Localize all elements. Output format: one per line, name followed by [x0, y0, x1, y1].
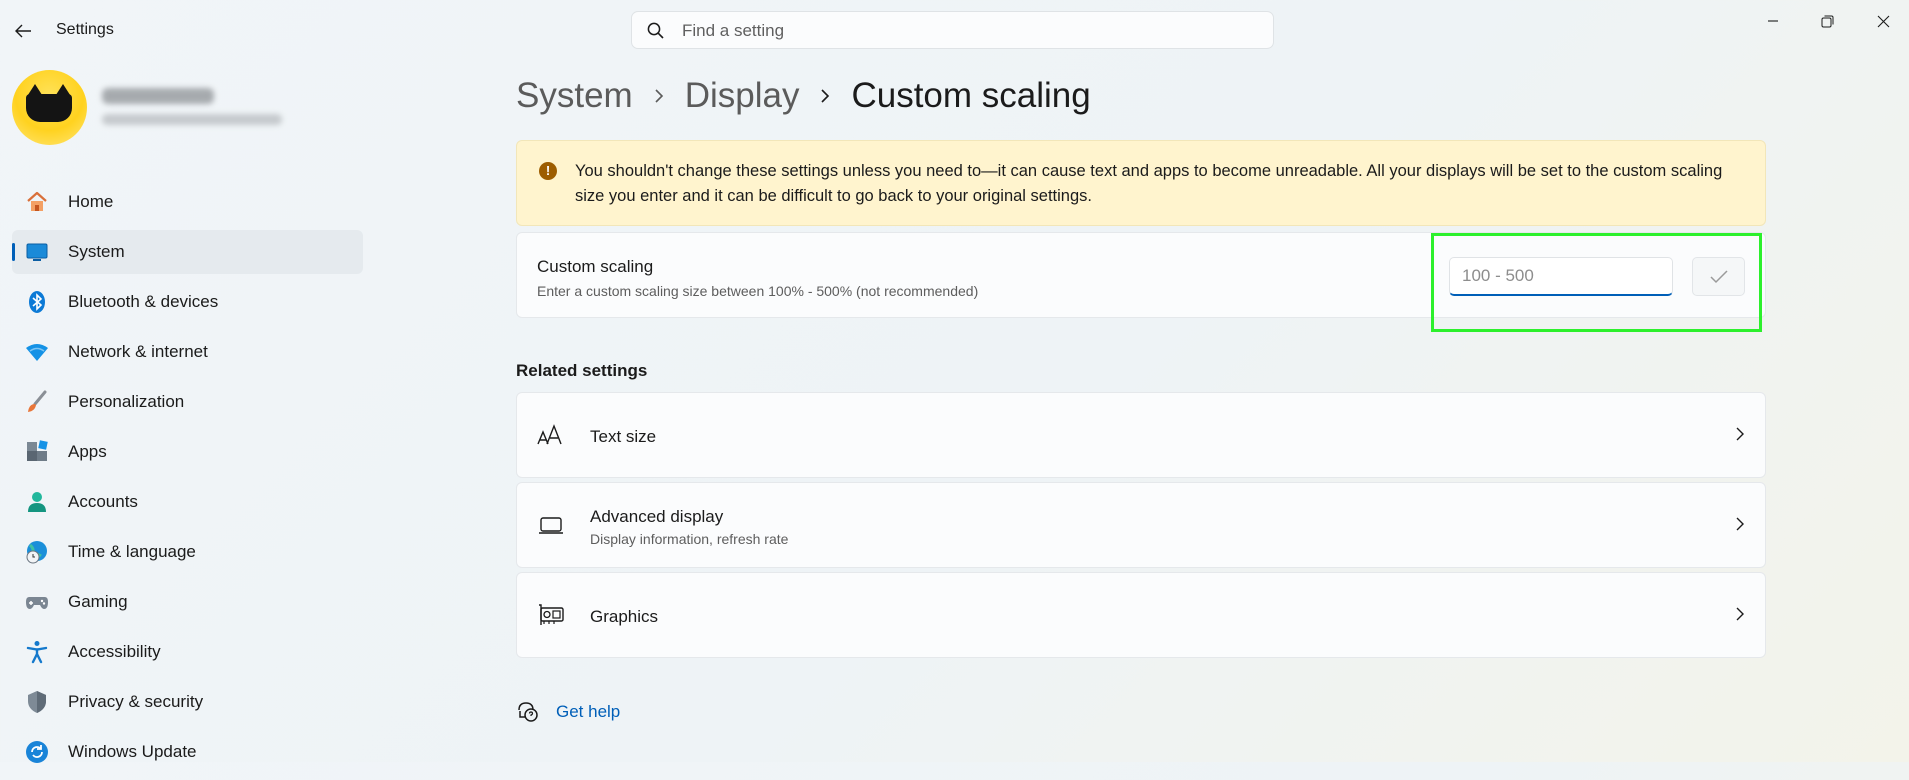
avatar	[12, 70, 87, 145]
minimize-icon	[1768, 20, 1778, 22]
related-settings-heading: Related settings	[516, 361, 648, 380]
related-item-description: Display information, refresh rate	[590, 531, 789, 547]
system-icon	[25, 240, 49, 264]
sidebar-item-label: Gaming	[68, 592, 128, 611]
close-icon	[1877, 15, 1889, 27]
restore-icon	[1821, 15, 1833, 27]
related-item-title: Graphics	[590, 607, 659, 626]
close-button[interactable]	[1860, 8, 1906, 34]
sidebar-item-label: Privacy & security	[68, 692, 204, 711]
page-title: Custom scaling	[851, 76, 1091, 115]
sidebar-item-label: System	[68, 242, 125, 261]
sidebar-nav: Home System Bluetooth & devices Network …	[12, 180, 363, 780]
custom-scaling-card: Custom scaling Enter a custom scaling si…	[516, 232, 1766, 318]
person-icon	[25, 490, 49, 514]
related-item-title: Advanced display	[590, 507, 724, 526]
related-item-text-size[interactable]: Text size	[516, 392, 1766, 478]
chevron-right-icon	[1735, 426, 1745, 447]
sidebar-item-accounts[interactable]: Accounts	[12, 480, 363, 524]
checkmark-icon	[1709, 269, 1728, 283]
sidebar-item-time-language[interactable]: Time & language	[12, 530, 363, 574]
wifi-icon	[25, 340, 49, 364]
profile-email-redacted	[102, 114, 282, 125]
search-box[interactable]	[631, 11, 1274, 49]
sidebar-item-network[interactable]: Network & internet	[12, 330, 363, 374]
chevron-right-icon	[1735, 606, 1745, 627]
chevron-right-icon	[799, 87, 851, 105]
sidebar-item-system[interactable]: System	[12, 230, 363, 274]
minimize-button[interactable]	[1750, 8, 1796, 34]
sidebar-item-personalization[interactable]: Personalization	[12, 380, 363, 424]
related-item-title: Text size	[590, 427, 657, 446]
shield-icon	[25, 690, 49, 714]
sidebar-item-bluetooth[interactable]: Bluetooth & devices	[12, 280, 363, 324]
sidebar-item-label: Accessibility	[68, 642, 161, 661]
brush-icon	[25, 390, 49, 414]
profile-name-redacted	[102, 88, 214, 104]
title-bar: Settings	[0, 0, 1909, 60]
custom-scaling-input[interactable]	[1449, 257, 1673, 296]
sidebar-item-windows-update[interactable]: Windows Update	[12, 730, 363, 774]
get-help-label: Get help	[556, 702, 621, 721]
warning-banner: ! You shouldn't change these settings un…	[516, 140, 1766, 226]
sidebar-item-gaming[interactable]: Gaming	[12, 580, 363, 624]
sidebar-item-apps[interactable]: Apps	[12, 430, 363, 474]
gamepad-icon	[25, 590, 49, 614]
sidebar-item-accessibility[interactable]: Accessibility	[12, 630, 363, 674]
breadcrumb-system[interactable]: System	[516, 76, 633, 116]
apps-icon	[25, 440, 49, 464]
restore-button[interactable]	[1804, 8, 1850, 34]
sidebar-item-home[interactable]: Home	[12, 180, 363, 224]
sidebar-item-label: Personalization	[68, 392, 185, 411]
sidebar-item-label: Windows Update	[68, 742, 197, 761]
home-icon	[25, 190, 49, 214]
globe-clock-icon	[25, 540, 49, 564]
sidebar-item-label: Bluetooth & devices	[68, 292, 219, 311]
update-icon	[25, 740, 49, 764]
app-title: Settings	[56, 21, 114, 38]
bluetooth-icon	[25, 290, 49, 314]
warning-text: You shouldn't change these settings unle…	[575, 162, 1723, 205]
back-button[interactable]	[10, 18, 36, 44]
chevron-right-icon	[633, 87, 685, 105]
graphics-card-icon	[537, 603, 565, 627]
custom-scaling-description: Enter a custom scaling size between 100%…	[537, 283, 979, 299]
help-chat-icon	[518, 702, 538, 722]
sidebar-item-label: Home	[68, 192, 114, 211]
search-icon	[647, 22, 664, 39]
warning-icon: !	[539, 162, 557, 180]
accessibility-icon	[25, 640, 49, 664]
back-arrow-icon	[15, 24, 31, 38]
user-profile[interactable]	[12, 70, 352, 148]
sidebar-item-label: Network & internet	[68, 342, 208, 361]
related-item-advanced-display[interactable]: Advanced display Display information, re…	[516, 482, 1766, 568]
apply-scaling-button[interactable]	[1692, 257, 1745, 296]
related-item-graphics[interactable]: Graphics	[516, 572, 1766, 658]
chevron-right-icon	[1735, 516, 1745, 537]
sidebar-item-label: Time & language	[68, 542, 196, 561]
breadcrumb: System Display Custom scaling	[516, 72, 1091, 120]
laptop-icon	[537, 513, 565, 537]
search-input[interactable]	[680, 19, 1244, 43]
breadcrumb-display[interactable]: Display	[685, 76, 800, 116]
sidebar-item-privacy-security[interactable]: Privacy & security	[12, 680, 363, 724]
text-size-icon	[537, 423, 565, 447]
sidebar-item-label: Accounts	[68, 492, 138, 511]
custom-scaling-title: Custom scaling	[537, 257, 654, 276]
sidebar-item-label: Apps	[68, 442, 107, 461]
